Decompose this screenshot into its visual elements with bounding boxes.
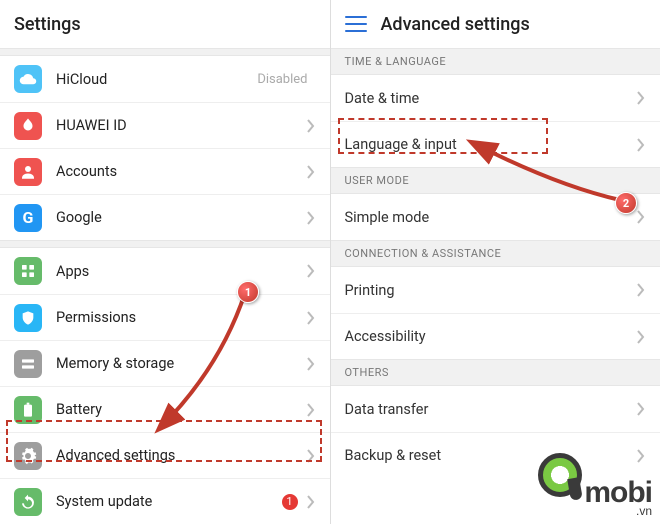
chevron-right-icon xyxy=(636,210,646,224)
section-others: OTHERS xyxy=(331,359,660,386)
chevron-right-icon xyxy=(636,283,646,297)
item-label: Google xyxy=(56,209,306,226)
item-label: Language & input xyxy=(345,136,637,153)
item-label: System update xyxy=(56,493,282,510)
hamburger-icon[interactable] xyxy=(345,16,367,32)
item-meta: Disabled xyxy=(257,72,307,87)
item-data-transfer[interactable]: Data transfer xyxy=(331,386,660,432)
grid-icon xyxy=(14,257,42,285)
item-google[interactable]: G Google xyxy=(0,194,330,240)
item-battery[interactable]: Battery xyxy=(0,386,330,432)
section-divider xyxy=(0,48,330,56)
item-label: Data transfer xyxy=(345,401,637,418)
item-accounts[interactable]: Accounts xyxy=(0,148,330,194)
item-memory-storage[interactable]: Memory & storage xyxy=(0,340,330,386)
chevron-right-icon xyxy=(306,264,316,278)
item-label: Apps xyxy=(56,263,306,280)
update-icon xyxy=(14,488,42,516)
item-date-time[interactable]: Date & time xyxy=(331,75,660,121)
chevron-right-icon xyxy=(306,311,316,325)
chevron-right-icon xyxy=(636,330,646,344)
item-label: Backup & reset xyxy=(345,447,637,464)
user-icon xyxy=(14,158,42,186)
item-backup-reset[interactable]: Backup & reset xyxy=(331,432,660,478)
chevron-right-icon xyxy=(636,138,646,152)
item-label: Simple mode xyxy=(345,209,637,226)
settings-header: Settings xyxy=(0,0,330,48)
item-label: Memory & storage xyxy=(56,355,306,372)
item-huawei-id[interactable]: HUAWEI ID xyxy=(0,102,330,148)
item-label: Advanced settings xyxy=(56,447,306,464)
chevron-right-icon xyxy=(306,449,316,463)
huawei-icon xyxy=(14,112,42,140)
item-printing[interactable]: Printing xyxy=(331,267,660,313)
chevron-right-icon xyxy=(306,495,316,509)
page-title-right: Advanced settings xyxy=(381,14,530,35)
chevron-right-icon xyxy=(306,357,316,371)
advanced-header: Advanced settings xyxy=(331,0,660,48)
item-permissions[interactable]: Permissions xyxy=(0,294,330,340)
item-system-update[interactable]: System update 1 xyxy=(0,478,330,524)
page-title-left: Settings xyxy=(14,14,81,35)
advanced-settings-pane: Advanced settings TIME & LANGUAGE Date &… xyxy=(331,0,660,524)
chevron-right-icon xyxy=(306,403,316,417)
settings-pane: Settings HiCloud Disabled HUAWEI ID Acco… xyxy=(0,0,331,524)
item-label: Printing xyxy=(345,282,637,299)
item-apps[interactable]: Apps xyxy=(0,248,330,294)
google-icon: G xyxy=(14,204,42,232)
item-hicloud[interactable]: HiCloud Disabled xyxy=(0,56,330,102)
item-language-input[interactable]: Language & input xyxy=(331,121,660,167)
item-simple-mode[interactable]: Simple mode xyxy=(331,194,660,240)
section-divider xyxy=(0,240,330,248)
gear-icon xyxy=(14,442,42,470)
item-label: Accessibility xyxy=(345,328,637,345)
section-connection: CONNECTION & ASSISTANCE xyxy=(331,240,660,267)
section-time-language: TIME & LANGUAGE xyxy=(331,48,660,75)
chevron-right-icon xyxy=(306,119,316,133)
item-label: HiCloud xyxy=(56,71,257,88)
item-label: Date & time xyxy=(345,90,637,107)
chevron-right-icon xyxy=(636,449,646,463)
update-badge: 1 xyxy=(282,494,298,510)
item-label: HUAWEI ID xyxy=(56,117,306,134)
chevron-right-icon xyxy=(306,165,316,179)
item-label: Battery xyxy=(56,401,306,418)
item-advanced-settings[interactable]: Advanced settings xyxy=(0,432,330,478)
chevron-right-icon xyxy=(636,402,646,416)
section-user-mode: USER MODE xyxy=(331,167,660,194)
shield-icon xyxy=(14,304,42,332)
storage-icon xyxy=(14,350,42,378)
chevron-right-icon xyxy=(306,211,316,225)
chevron-right-icon xyxy=(636,91,646,105)
item-label: Permissions xyxy=(56,309,306,326)
item-accessibility[interactable]: Accessibility xyxy=(331,313,660,359)
cloud-icon xyxy=(14,65,42,93)
battery-icon xyxy=(14,396,42,424)
item-label: Accounts xyxy=(56,163,306,180)
